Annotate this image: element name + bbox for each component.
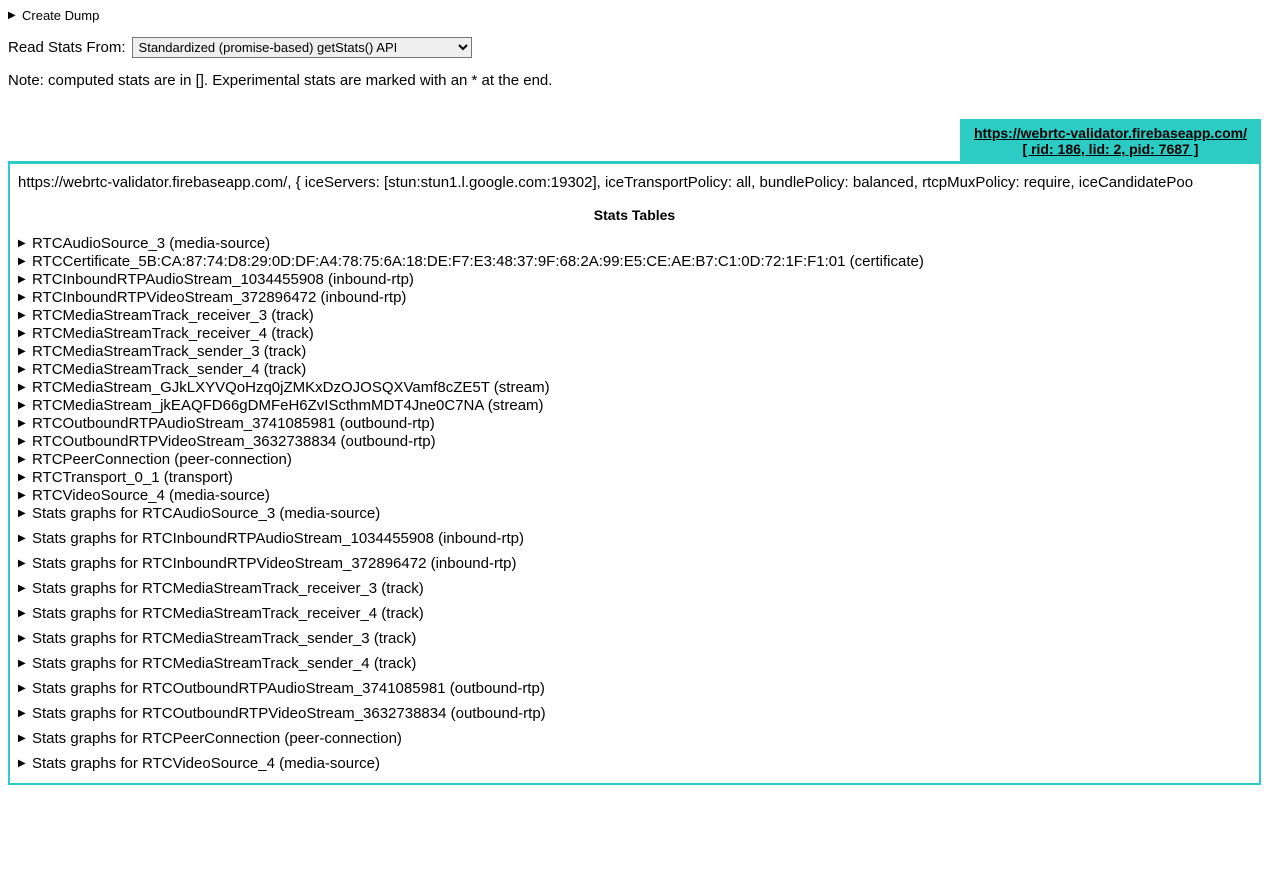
stats-list: ▶ RTCAudioSource_3 (media-source) ▶ RTCCert… <box>18 235 1251 773</box>
stats-item-label: RTCPeerConnection (peer-connection) <box>32 451 292 469</box>
stats-item-label: RTCMediaStreamTrack_sender_3 (track) <box>32 343 306 361</box>
stats-item[interactable]: ▶ Stats graphs for RTCMediaStreamTrack_re… <box>18 605 1251 623</box>
stats-item-label: Stats graphs for RTCPeerConnection (peer… <box>32 730 402 748</box>
stats-item[interactable]: ▶ RTCAudioSource_3 (media-source) <box>18 235 1251 253</box>
expand-triangle-icon: ▶ <box>18 508 28 520</box>
expand-triangle-icon: ▶ <box>18 472 28 484</box>
expand-triangle-icon: ▶ <box>18 583 28 595</box>
expand-triangle-icon: ▶ <box>18 436 28 448</box>
stats-item-label: RTCMediaStreamTrack_receiver_4 (track) <box>32 325 314 343</box>
stats-item-label: Stats graphs for RTCAudioSource_3 (media… <box>32 505 380 523</box>
stats-item[interactable]: ▶ RTCMediaStream_GJkLXYVQoHzq0jZMKxDzOJOS… <box>18 379 1251 397</box>
expand-triangle-icon: ▶ <box>18 364 28 376</box>
stats-item[interactable]: ▶ RTCVideoSource_4 (media-source) <box>18 487 1251 505</box>
expand-triangle-icon: ▶ <box>18 328 28 340</box>
stats-item-label: Stats graphs for RTCMediaStreamTrack_sen… <box>32 655 416 673</box>
stats-tables-header: Stats Tables <box>18 207 1251 223</box>
stats-item-label: RTCAudioSource_3 (media-source) <box>32 235 270 253</box>
stats-item[interactable]: ▶ RTCInboundRTPAudioStream_1034455908 (in… <box>18 271 1251 289</box>
connection-config-text: https://webrtc-validator.firebaseapp.com… <box>18 174 1251 191</box>
stats-item[interactable]: ▶ RTCMediaStream_jkEAQFD66gDMFeH6ZvIScthm… <box>18 397 1251 415</box>
expand-triangle-icon: ▶ <box>18 758 28 770</box>
read-stats-label: Read Stats From: <box>8 39 126 56</box>
expand-triangle-icon: ▶ <box>18 256 28 268</box>
connection-tab[interactable]: https://webrtc-validator.firebaseapp.com… <box>960 119 1261 161</box>
connection-tab-url[interactable]: https://webrtc-validator.firebaseapp.com… <box>974 125 1247 141</box>
expand-triangle-icon: ▶ <box>18 708 28 720</box>
expand-triangle-icon: ▶ <box>18 382 28 394</box>
stats-item-label: RTCInboundRTPAudioStream_1034455908 (inb… <box>32 271 414 289</box>
expand-triangle-icon: ▶ <box>18 418 28 430</box>
connection-tab-ids: [ rid: 186, lid: 2, pid: 7687 ] <box>1023 141 1199 157</box>
tab-container: https://webrtc-validator.firebaseapp.com… <box>8 119 1261 161</box>
stats-item[interactable]: ▶ RTCPeerConnection (peer-connection) <box>18 451 1251 469</box>
read-stats-row: Read Stats From: Standardized (promise-b… <box>8 37 1261 58</box>
stats-item[interactable]: ▶ RTCMediaStreamTrack_sender_4 (track) <box>18 361 1251 379</box>
expand-triangle-icon: ▶ <box>18 608 28 620</box>
stats-item-label: Stats graphs for RTCOutboundRTPAudioStre… <box>32 680 545 698</box>
expand-triangle-icon: ▶ <box>18 346 28 358</box>
create-dump-label: Create Dump <box>22 8 99 23</box>
stats-item-label: RTCMediaStreamTrack_receiver_3 (track) <box>32 307 314 325</box>
stats-item[interactable]: ▶ Stats graphs for RTCMediaStreamTrack_re… <box>18 580 1251 598</box>
stats-item[interactable]: ▶ RTCMediaStreamTrack_receiver_3 (track) <box>18 307 1251 325</box>
stats-item-label: RTCCertificate_5B:CA:87:74:D8:29:0D:DF:A… <box>32 253 924 271</box>
stats-item[interactable]: ▶ RTCMediaStreamTrack_receiver_4 (track) <box>18 325 1251 343</box>
stats-item[interactable]: ▶ RTCMediaStreamTrack_sender_3 (track) <box>18 343 1251 361</box>
create-dump-toggle[interactable]: ▶ Create Dump <box>8 8 1261 23</box>
stats-item[interactable]: ▶ Stats graphs for RTCPeerConnection (pee… <box>18 730 1251 748</box>
expand-triangle-icon: ▶ <box>18 733 28 745</box>
stats-item-label: Stats graphs for RTCMediaStreamTrack_rec… <box>32 605 424 623</box>
stats-item[interactable]: ▶ Stats graphs for RTCMediaStreamTrack_se… <box>18 655 1251 673</box>
stats-item[interactable]: ▶ Stats graphs for RTCInboundRTPAudioStre… <box>18 530 1251 548</box>
stats-item[interactable]: ▶ RTCOutboundRTPAudioStream_3741085981 (o… <box>18 415 1251 433</box>
stats-api-select[interactable]: Standardized (promise-based) getStats() … <box>132 37 472 58</box>
stats-item[interactable]: ▶ RTCOutboundRTPVideoStream_3632738834 (o… <box>18 433 1251 451</box>
expand-triangle-icon: ▶ <box>18 238 28 250</box>
expand-triangle-icon: ▶ <box>18 533 28 545</box>
stats-item-label: Stats graphs for RTCMediaStreamTrack_rec… <box>32 580 424 598</box>
expand-triangle-icon: ▶ <box>18 658 28 670</box>
stats-item-label: Stats graphs for RTCMediaStreamTrack_sen… <box>32 630 416 648</box>
expand-triangle-icon: ▶ <box>18 400 28 412</box>
stats-item[interactable]: ▶ RTCCertificate_5B:CA:87:74:D8:29:0D:DF:… <box>18 253 1251 271</box>
expand-triangle-icon: ▶ <box>18 490 28 502</box>
stats-item[interactable]: ▶ Stats graphs for RTCOutboundRTPAudioStr… <box>18 680 1251 698</box>
stats-item[interactable]: ▶ RTCTransport_0_1 (transport) <box>18 469 1251 487</box>
expand-triangle-icon: ▶ <box>18 454 28 466</box>
note-text: Note: computed stats are in []. Experime… <box>8 72 1261 89</box>
expand-triangle-icon: ▶ <box>18 292 28 304</box>
stats-item-label: Stats graphs for RTCOutboundRTPVideoStre… <box>32 705 546 723</box>
stats-item-label: RTCInboundRTPVideoStream_372896472 (inbo… <box>32 289 406 307</box>
stats-item-label: Stats graphs for RTCVideoSource_4 (media… <box>32 755 380 773</box>
expand-triangle-icon: ▶ <box>18 558 28 570</box>
stats-item[interactable]: ▶ Stats graphs for RTCAudioSource_3 (medi… <box>18 505 1251 523</box>
stats-item-label: RTCVideoSource_4 (media-source) <box>32 487 270 505</box>
stats-item[interactable]: ▶ RTCInboundRTPVideoStream_372896472 (inb… <box>18 289 1251 307</box>
stats-item-label: RTCOutboundRTPVideoStream_3632738834 (ou… <box>32 433 436 451</box>
stats-item-label: RTCMediaStream_GJkLXYVQoHzq0jZMKxDzOJOSQ… <box>32 379 550 397</box>
stats-item-label: RTCMediaStreamTrack_sender_4 (track) <box>32 361 306 379</box>
stats-item-label: RTCMediaStream_jkEAQFD66gDMFeH6ZvIScthmM… <box>32 397 544 415</box>
expand-triangle-icon: ▶ <box>18 633 28 645</box>
expand-triangle-icon: ▶ <box>18 310 28 322</box>
stats-item[interactable]: ▶ Stats graphs for RTCOutboundRTPVideoStr… <box>18 705 1251 723</box>
stats-item[interactable]: ▶ Stats graphs for RTCInboundRTPVideoStre… <box>18 555 1251 573</box>
stats-item[interactable]: ▶ Stats graphs for RTCVideoSource_4 (medi… <box>18 755 1251 773</box>
stats-item-label: Stats graphs for RTCInboundRTPAudioStrea… <box>32 530 524 548</box>
expand-triangle-icon: ▶ <box>8 10 18 21</box>
connection-content-box: https://webrtc-validator.firebaseapp.com… <box>8 161 1261 785</box>
stats-item[interactable]: ▶ Stats graphs for RTCMediaStreamTrack_se… <box>18 630 1251 648</box>
stats-item-label: RTCTransport_0_1 (transport) <box>32 469 233 487</box>
expand-triangle-icon: ▶ <box>18 274 28 286</box>
stats-item-label: RTCOutboundRTPAudioStream_3741085981 (ou… <box>32 415 435 433</box>
expand-triangle-icon: ▶ <box>18 683 28 695</box>
stats-item-label: Stats graphs for RTCInboundRTPVideoStrea… <box>32 555 516 573</box>
